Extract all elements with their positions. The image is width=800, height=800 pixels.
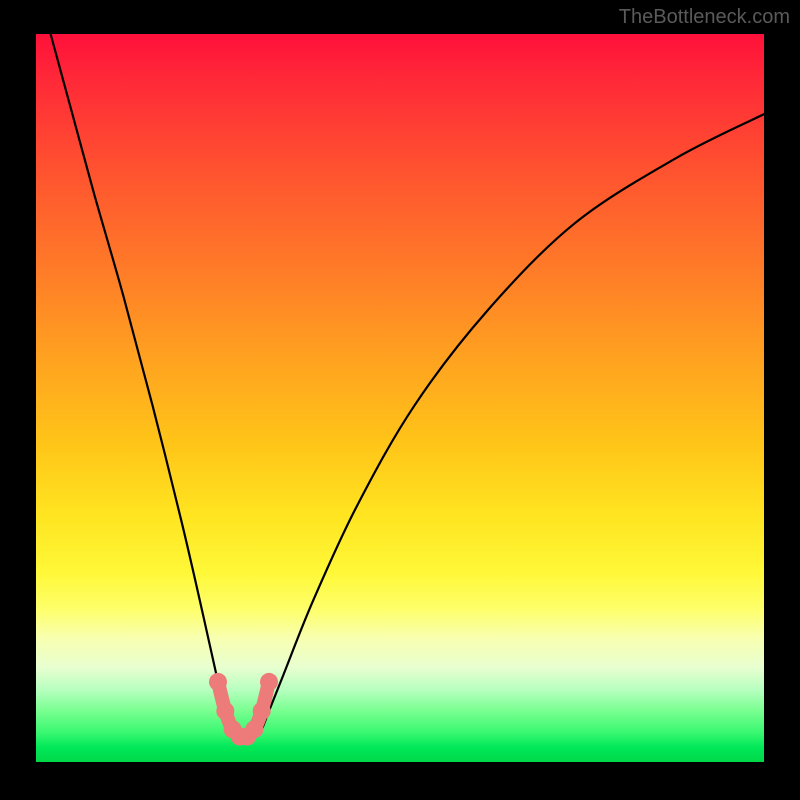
trough-marker (209, 673, 227, 691)
trough-markers (209, 673, 278, 746)
trough-marker (245, 720, 263, 738)
trough-marker (260, 673, 278, 691)
bottleneck-curve (51, 34, 764, 740)
watermark-text: TheBottleneck.com (619, 6, 790, 29)
chart-svg (36, 34, 764, 762)
plot-area (36, 34, 764, 762)
chart-container: TheBottleneck.com (0, 0, 800, 800)
trough-marker (216, 702, 234, 720)
trough-marker (253, 702, 271, 720)
